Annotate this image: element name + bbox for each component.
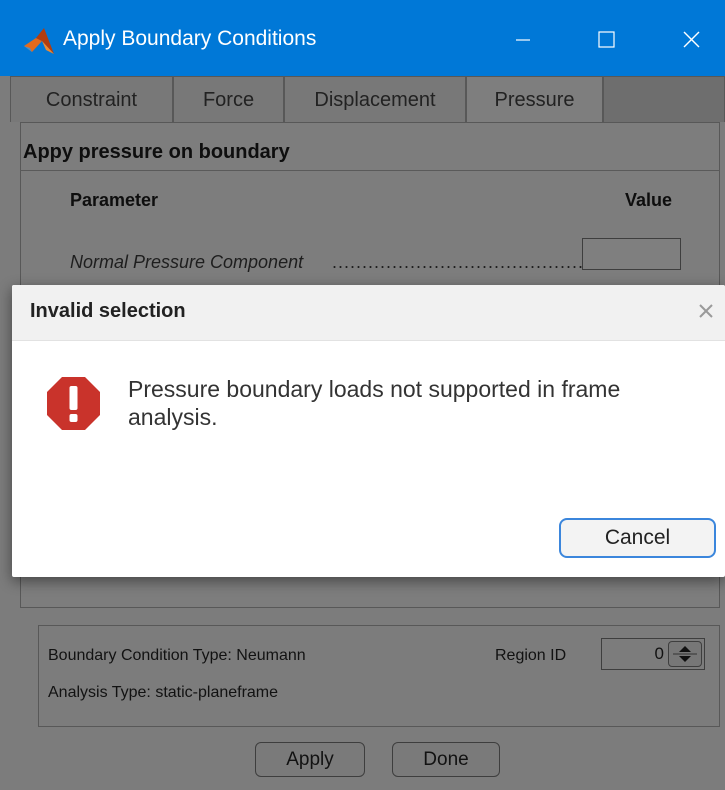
spinner-arrows[interactable] — [668, 641, 702, 667]
parameter-header: Parameter — [70, 190, 159, 210]
minimize-button[interactable] — [498, 20, 548, 60]
boundary-condition-type: Boundary Condition Type: Neumann — [48, 647, 306, 664]
window-title: Apply Boundary Conditions — [63, 27, 317, 50]
panel-title: Appy pressure on boundary — [23, 141, 290, 163]
tab-pressure[interactable]: Pressure — [466, 76, 603, 124]
param-label-normal-pressure: Normal Pressure Component — [70, 252, 304, 272]
close-icon — [699, 304, 713, 318]
alert-close-button[interactable] — [693, 298, 719, 324]
region-id-label: Region ID — [495, 647, 567, 664]
maximize-button[interactable] — [582, 20, 632, 60]
alert-title: Invalid selection — [30, 300, 186, 322]
minimize-icon — [516, 39, 530, 41]
alert-header: Invalid selection — [12, 285, 725, 341]
normal-pressure-input[interactable] — [582, 238, 681, 270]
spinner-arrows-icon — [673, 646, 697, 662]
tab-displacement[interactable]: Displacement — [284, 76, 466, 122]
analysis-type: Analysis Type: static-planeframe — [48, 684, 279, 701]
close-button[interactable] — [666, 20, 716, 60]
apply-button[interactable]: Apply — [255, 742, 365, 777]
invalid-selection-dialog: Invalid selection Pressure boundary load… — [12, 285, 725, 577]
region-id-value: 0 — [654, 644, 664, 663]
tab-strip: Constraint Force Displacement Pressure — [10, 76, 725, 124]
alert-message: Pressure boundary loads not supported in… — [128, 376, 621, 430]
tab-constraint[interactable]: Constraint — [10, 76, 173, 122]
maximize-icon — [598, 31, 615, 48]
param-leader-dots: ........................................… — [332, 252, 582, 272]
region-id-spinner[interactable]: 0 — [601, 638, 705, 670]
tab-force[interactable]: Force — [173, 76, 284, 122]
error-icon — [46, 376, 101, 431]
close-icon — [683, 31, 700, 48]
value-header: Value — [625, 190, 673, 210]
title-bar: Apply Boundary Conditions — [0, 0, 725, 76]
tab-strip-filler — [603, 76, 725, 122]
matlab-logo-icon — [22, 24, 56, 58]
cancel-button[interactable]: Cancel — [559, 518, 716, 558]
done-button[interactable]: Done — [392, 742, 500, 777]
